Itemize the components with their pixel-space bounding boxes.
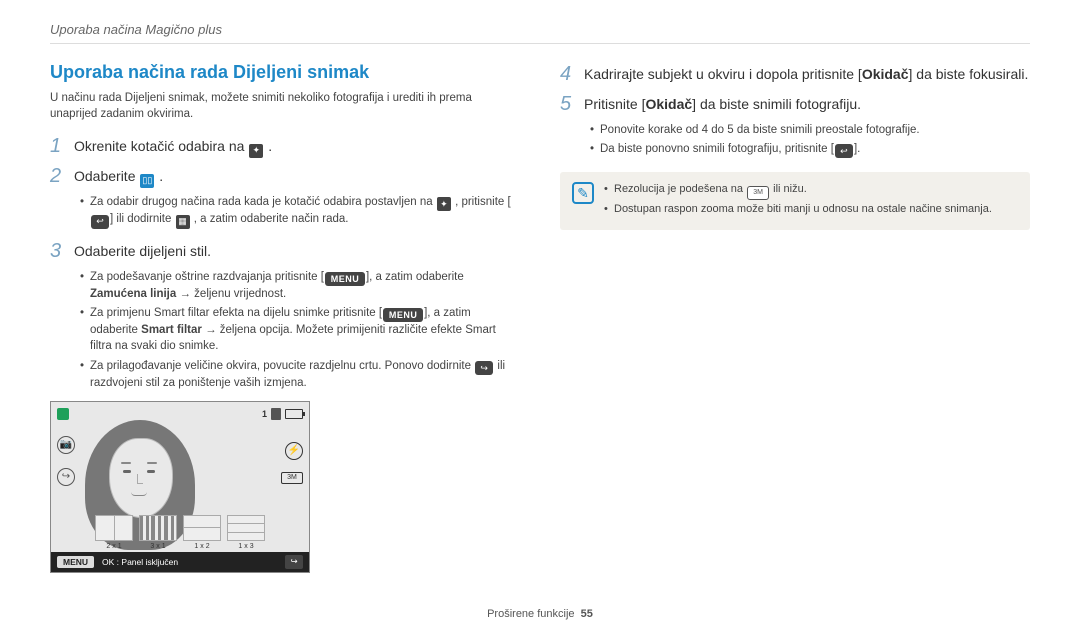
note-item-a: Rezolucija je podešena na 3M ili nižu. xyxy=(604,182,992,200)
step-3-sub-a: Za podešavanje oštrine razdvajanja priti… xyxy=(80,269,520,302)
split-layout-1x3[interactable]: 1 x 3 xyxy=(227,515,265,550)
note-item-b: Dostupan raspon zooma može biti manji u … xyxy=(604,202,992,217)
note-box: ✎ Rezolucija je podešena na 3M ili nižu.… xyxy=(560,172,1030,229)
right-column: 4 Kadrirajte subjekt u okviru i dopola p… xyxy=(560,62,1030,573)
flash-icon: ⚡ xyxy=(285,442,303,460)
step-number-4: 4 xyxy=(560,62,574,86)
split-layout-1x2[interactable]: 1 x 2 xyxy=(183,515,221,550)
undo-side-icon: ↪ xyxy=(57,468,75,486)
step-2-text: Odaberite ▯▯ . xyxy=(74,164,163,188)
step-number-3: 3 xyxy=(50,239,64,263)
battery-icon xyxy=(285,409,303,419)
back-icon: ↩ xyxy=(835,144,853,158)
resolution-3m-icon: 3M xyxy=(747,186,769,200)
breadcrumb: Uporaba načina Magično plus xyxy=(50,22,1030,44)
step-5-sub-b: Da biste ponovno snimili fotografiju, pr… xyxy=(590,141,1030,158)
camera-side-icon: 📷 xyxy=(57,436,75,454)
step-5-sub-a: Ponovite korake od 4 do 5 da biste snimi… xyxy=(590,122,1030,138)
split-layout-3x1[interactable]: 3 x 1 xyxy=(139,515,177,550)
undo-icon: ↪ xyxy=(475,361,493,375)
intro-text: U načinu rada Dijeljeni snimak, možete s… xyxy=(50,91,520,122)
step-3-sub-b: Za primjenu Smart filtar efekta na dijel… xyxy=(80,305,520,354)
split-mode-icon: ▯▯ xyxy=(140,174,154,188)
shot-counter: 1 xyxy=(262,409,267,419)
note-icon: ✎ xyxy=(572,182,594,204)
step-number-2: 2 xyxy=(50,164,64,188)
left-column: Uporaba načina rada Dijeljeni snimak U n… xyxy=(50,62,520,573)
step-3-text: Odaberite dijeljeni stil. xyxy=(74,239,211,261)
preview-status-text: OK : Panel isključen xyxy=(102,557,178,567)
menu-button-icon: MENU xyxy=(383,308,423,322)
back-icon: ↩ xyxy=(91,215,109,229)
section-heading: Uporaba načina rada Dijeljeni snimak xyxy=(50,62,520,83)
mode-dial-icon: ✦ xyxy=(249,144,263,158)
step-5-text: Pritisnite [Okidač] da biste snimili fot… xyxy=(584,92,861,114)
storage-icon xyxy=(271,408,281,420)
step-4-text: Kadrirajte subjekt u okviru i dopola pri… xyxy=(584,62,1028,84)
mode-select-icon: ▦ xyxy=(176,215,190,229)
step-number-5: 5 xyxy=(560,92,574,116)
step-number-1: 1 xyxy=(50,134,64,158)
menu-button-icon: MENU xyxy=(325,272,365,286)
preview-menu-button[interactable]: MENU xyxy=(57,556,94,568)
page-footer: Proširene funkcije 55 xyxy=(0,608,1080,620)
step-1-text: Okrenite kotačić odabira na ✦ . xyxy=(74,134,272,158)
preview-mode-badge-icon xyxy=(57,408,69,420)
split-layout-2x1[interactable]: 2 x 1 xyxy=(95,515,133,550)
mode-dial-icon: ✦ xyxy=(437,197,451,211)
step-3-sub-c: Za prilagođavanje veličine okvira, povuc… xyxy=(80,358,520,391)
camera-preview-figure: 1 📷 ↪ ⚡ 3M xyxy=(50,401,310,573)
preview-forward-button[interactable]: ↪ xyxy=(285,555,303,569)
step-2-sub: Za odabir drugog načina rada kada je kot… xyxy=(80,194,520,229)
resolution-badge: 3M xyxy=(281,472,303,484)
